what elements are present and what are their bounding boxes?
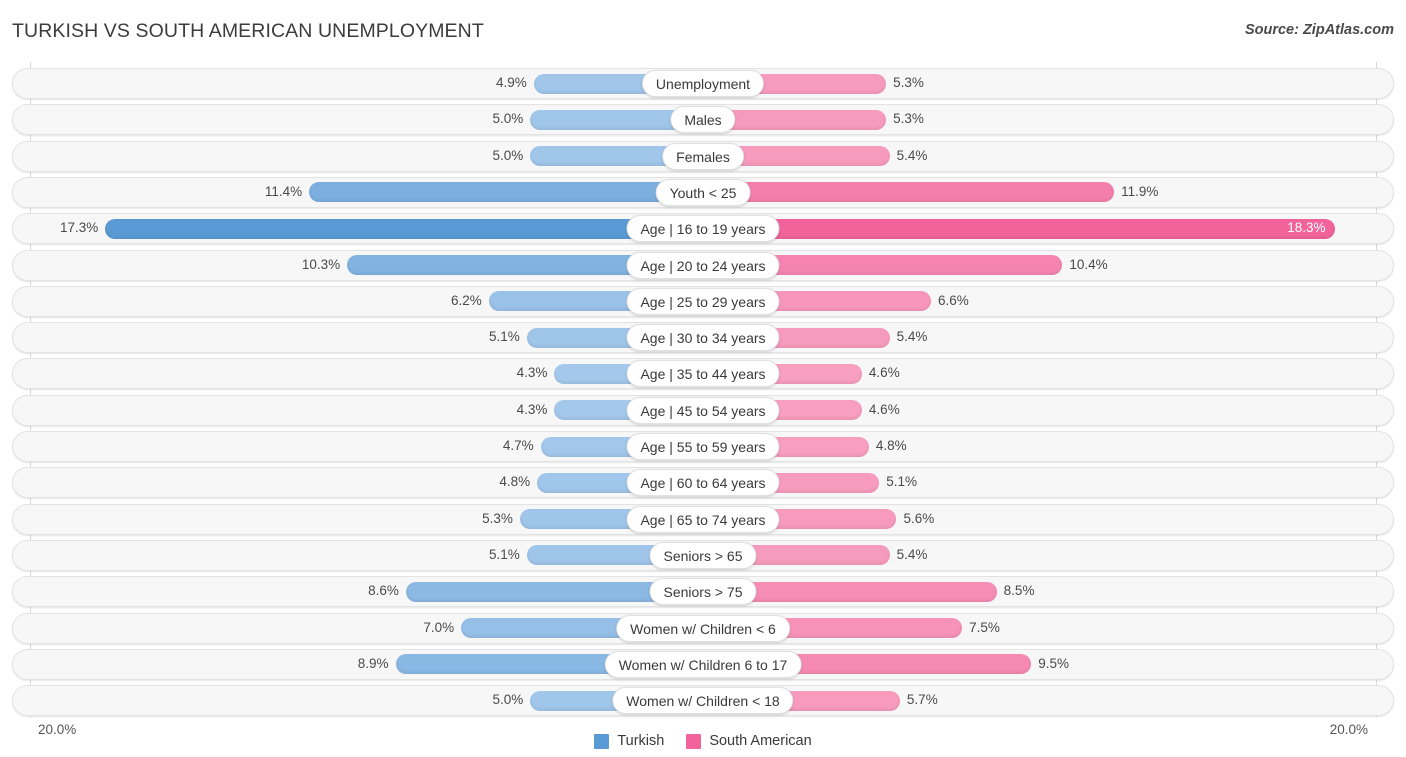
- chart-row: 10.3% 10.4% Age | 20 to 24 years: [12, 249, 1394, 281]
- value-label-turkish: 6.2%: [451, 292, 482, 308]
- value-label-turkish: 4.9%: [495, 75, 527, 90]
- source-attribution: Source: ZipAtlas.com: [1244, 22, 1394, 38]
- value-label-turkish: 4.8%: [499, 474, 531, 490]
- value-label-turkish: 5.1%: [489, 329, 520, 345]
- chart-row: 17.3% 18.3% Age | 16 to 19 years: [12, 213, 1394, 245]
- value-label-turkish: 5.3%: [482, 510, 513, 526]
- category-label-pill: Age | 20 to 24 years: [626, 251, 780, 279]
- category-label-pill: Age | 65 to 74 years: [626, 505, 780, 533]
- bar-south-american: [703, 218, 1336, 239]
- chart-legend: Turkish South American: [0, 733, 1406, 749]
- chart-row: 5.0% 5.7% Women w/ Children < 18: [12, 685, 1394, 717]
- legend-label: South American: [709, 733, 812, 749]
- chart-footer: 20.0% 20.0% Turkish South American: [0, 717, 1406, 757]
- category-label-pill: Women w/ Children 6 to 17: [604, 650, 802, 678]
- chart-row: 11.4% 11.9% Youth < 25: [12, 176, 1394, 208]
- value-label-turkish: 8.9%: [357, 655, 389, 671]
- category-label-pill: Age | 16 to 19 years: [626, 215, 780, 243]
- bar-turkish: [309, 182, 703, 203]
- category-label-pill: Women w/ Children < 6: [616, 614, 790, 642]
- chart-row: 5.0% 5.4% Females: [12, 140, 1394, 172]
- category-label-pill: Age | 25 to 29 years: [626, 287, 780, 315]
- bar-south-american: [703, 182, 1115, 203]
- chart-row: 5.1% 5.4% Seniors > 65: [12, 539, 1394, 571]
- value-label-turkish: 4.7%: [502, 438, 534, 453]
- chart-header: TURKISH VS SOUTH AMERICAN UNEMPLOYMENT S…: [0, 0, 1406, 62]
- value-label-south-american: 6.6%: [938, 292, 969, 308]
- bar-turkish: [105, 218, 703, 239]
- category-label-pill: Age | 30 to 34 years: [626, 324, 780, 352]
- legend-swatch-icon: [686, 733, 702, 749]
- chart-row: 4.9% 5.3% Unemployment: [12, 68, 1394, 99]
- chart-row: 8.9% 9.5% Women w/ Children 6 to 17: [12, 648, 1394, 680]
- value-label-south-american: 4.6%: [868, 365, 900, 381]
- legend-swatch-icon: [594, 733, 610, 749]
- chart-row: 5.0% 5.3% Males: [12, 104, 1394, 136]
- category-label-pill: Males: [670, 106, 736, 134]
- chart-row: 4.3% 4.6% Age | 35 to 44 years: [12, 358, 1394, 390]
- value-label-turkish: 5.1%: [489, 546, 520, 562]
- chart-row: 4.8% 5.1% Age | 60 to 64 years: [12, 467, 1394, 499]
- chart-row: 7.0% 7.5% Women w/ Children < 6: [12, 612, 1394, 644]
- legend-item: South American: [686, 733, 812, 749]
- value-label-south-american: 7.5%: [969, 619, 1000, 635]
- value-label-turkish: 8.6%: [368, 583, 399, 599]
- value-label-south-american: 5.6%: [903, 510, 935, 526]
- value-label-south-american: 8.5%: [1003, 583, 1035, 599]
- value-label-turkish: 10.3%: [301, 256, 341, 272]
- chart-row: 4.7% 4.8% Age | 55 to 59 years: [12, 431, 1394, 462]
- value-label-south-american: 5.7%: [906, 692, 938, 708]
- value-label-south-american: 11.9%: [1121, 183, 1159, 199]
- value-label-south-american: 10.4%: [1069, 256, 1108, 272]
- value-label-turkish: 5.0%: [492, 692, 524, 708]
- chart-plot-area: 4.9% 5.3% Unemployment 5.0% 5.3% Males 5.0% 5.4…: [0, 62, 1406, 717]
- value-label-turkish: 11.4%: [264, 183, 303, 199]
- value-label-turkish: 5.0%: [492, 111, 524, 127]
- category-label-pill: Age | 60 to 64 years: [626, 469, 780, 497]
- value-label-south-american: 5.4%: [896, 147, 928, 163]
- chart-row: 6.2% 6.6% Age | 25 to 29 years: [12, 285, 1394, 317]
- value-label-turkish: 4.3%: [516, 401, 548, 417]
- category-label-pill: Seniors > 65: [649, 541, 757, 569]
- chart-row: 5.1% 5.4% Age | 30 to 34 years: [12, 322, 1394, 354]
- value-label-south-american: 4.6%: [868, 401, 900, 417]
- category-label-pill: Age | 55 to 59 years: [626, 433, 780, 460]
- page-title: TURKISH VS SOUTH AMERICAN UNEMPLOYMENT: [12, 20, 484, 42]
- value-label-south-american: 5.3%: [893, 75, 924, 90]
- value-label-turkish: 7.0%: [423, 619, 455, 635]
- category-label-pill: Seniors > 75: [649, 578, 757, 606]
- value-label-south-american: 18.3%: [1287, 220, 1326, 236]
- legend-item: Turkish: [594, 733, 664, 749]
- category-label-pill: Unemployment: [641, 70, 765, 97]
- chart-row: 8.6% 8.5% Seniors > 75: [12, 576, 1394, 608]
- value-label-south-american: 4.8%: [875, 438, 907, 453]
- value-label-south-american: 5.3%: [893, 111, 924, 127]
- value-label-south-american: 5.4%: [896, 329, 928, 345]
- value-label-south-american: 9.5%: [1038, 655, 1069, 671]
- chart-row: 5.3% 5.6% Age | 65 to 74 years: [12, 503, 1394, 535]
- chart-row: 4.3% 4.6% Age | 45 to 54 years: [12, 394, 1394, 426]
- category-label-pill: Youth < 25: [655, 178, 751, 206]
- value-label-south-american: 5.4%: [896, 546, 928, 562]
- legend-label: Turkish: [617, 733, 665, 749]
- category-label-pill: Females: [662, 142, 744, 170]
- category-label-pill: Age | 45 to 54 years: [626, 396, 780, 424]
- value-label-turkish: 17.3%: [60, 220, 99, 236]
- value-label-south-american: 5.1%: [886, 474, 917, 490]
- value-label-turkish: 5.0%: [492, 147, 524, 163]
- category-label-pill: Women w/ Children < 18: [612, 687, 794, 715]
- value-label-turkish: 4.3%: [516, 365, 548, 381]
- category-label-pill: Age | 35 to 44 years: [626, 360, 780, 388]
